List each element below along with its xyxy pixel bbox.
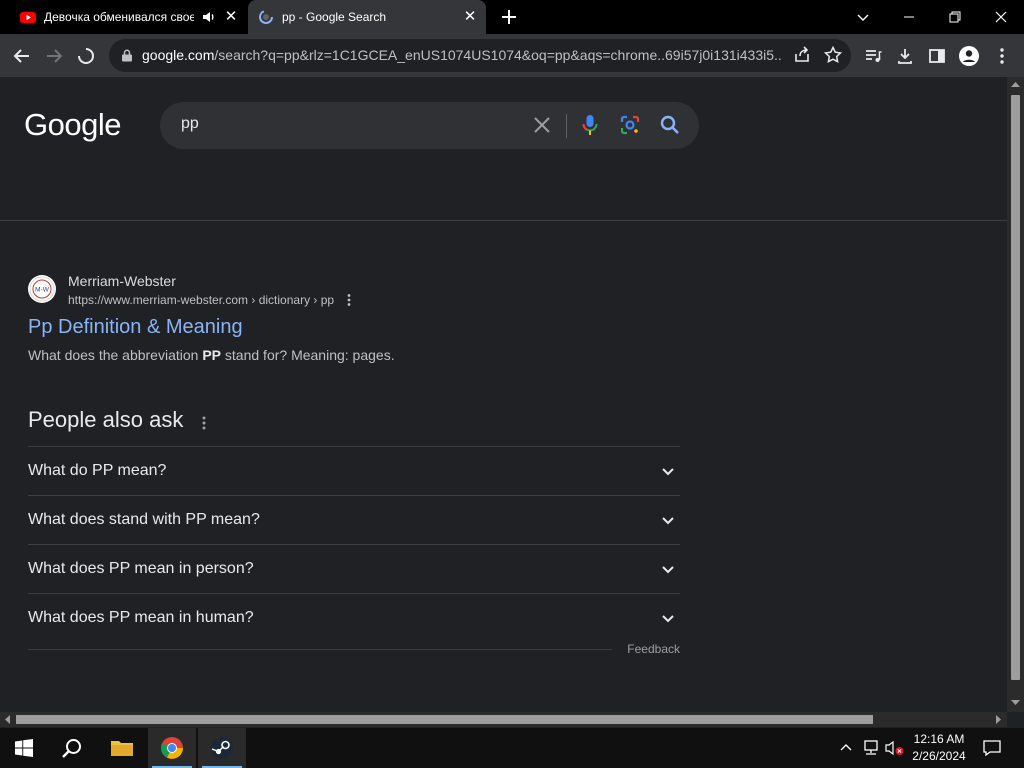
clock-time: 12:16 AM <box>913 732 965 746</box>
media-control-icon[interactable] <box>861 44 885 68</box>
favicon-text: M-W <box>35 287 50 294</box>
clock-date: 2/26/2024 <box>912 749 966 763</box>
search-icon[interactable] <box>48 728 96 768</box>
header-divider <box>0 220 1007 221</box>
paa-divider <box>28 649 612 650</box>
volume-muted-icon[interactable] <box>885 740 905 756</box>
paa-question-text: What does PP mean in human? <box>28 609 254 626</box>
share-icon[interactable] <box>790 43 814 67</box>
paa-question[interactable]: What does PP mean in human? <box>28 593 680 642</box>
google-lens-icon[interactable] <box>618 113 642 137</box>
tab-youtube[interactable]: Девочка обменивался свое ✕ <box>10 0 247 34</box>
tab-google-search[interactable]: pp - Google Search ✕ <box>248 0 486 34</box>
horizontal-scrollbar[interactable] <box>0 712 1007 727</box>
download-icon[interactable] <box>893 44 917 68</box>
vertical-scrollbar[interactable] <box>1007 77 1024 712</box>
paa-question[interactable]: What does stand with PP mean? <box>28 495 680 544</box>
microphone-icon[interactable] <box>578 113 602 137</box>
result-site-name: Merriam-Webster <box>68 273 176 289</box>
search-box[interactable]: pp <box>160 102 699 149</box>
chevron-down-icon <box>662 468 674 476</box>
taskbar-clock[interactable]: 12:16 AM 2/26/2024 <box>906 731 972 765</box>
scroll-right-icon[interactable] <box>996 715 1002 724</box>
scroll-down-icon[interactable] <box>1011 700 1020 706</box>
restore-icon[interactable] <box>932 0 978 34</box>
google-logo[interactable]: Google <box>24 107 121 143</box>
result-snippet: What does the abbreviation PP stand for?… <box>28 347 395 363</box>
search-input[interactable]: pp <box>181 115 199 133</box>
merriam-webster-favicon: M-W <box>28 275 56 303</box>
scroll-left-icon[interactable] <box>4 715 10 724</box>
chevron-down-icon <box>662 517 674 525</box>
network-icon[interactable] <box>862 740 880 756</box>
show-hidden-icons-icon[interactable] <box>839 741 853 755</box>
url-text[interactable]: google.com/search?q=pp&rlz=1C1GCEA_enUS1… <box>142 47 782 63</box>
feedback-link[interactable]: Feedback <box>627 642 680 656</box>
menu-kebab-icon[interactable] <box>990 44 1014 68</box>
result-options-icon[interactable] <box>346 293 352 307</box>
tab-search-icon[interactable] <box>840 0 886 34</box>
side-panel-icon[interactable] <box>925 44 949 68</box>
result-title-link[interactable]: Pp Definition & Meaning <box>28 316 243 339</box>
paa-heading: People also ask <box>28 407 184 432</box>
address-bar[interactable]: google.com/search?q=pp&rlz=1C1GCEA_enUS1… <box>109 39 851 72</box>
chrome-icon[interactable] <box>148 728 196 768</box>
search-divider <box>566 114 567 138</box>
new-tab-icon[interactable] <box>499 7 519 27</box>
search-results-page: Google pp M-W Merriam-Webster https://ww… <box>0 77 1007 712</box>
speaker-icon[interactable] <box>201 9 217 25</box>
paa-question-text: What do PP mean? <box>28 462 167 479</box>
search-icon[interactable] <box>658 113 682 137</box>
close-window-icon[interactable] <box>978 0 1024 34</box>
minimize-icon[interactable] <box>886 0 932 34</box>
windows-taskbar: 12:16 AM 2/26/2024 <box>0 728 1024 768</box>
url-host: google.com <box>142 47 215 63</box>
youtube-icon <box>20 12 36 23</box>
close-tab-icon[interactable]: ✕ <box>462 9 478 25</box>
url-path: /search?q=pp&rlz=1C1GCEA_enUS1074US1074&… <box>214 47 782 63</box>
notifications-icon[interactable] <box>983 739 1001 757</box>
snippet-bold: PP <box>202 347 222 363</box>
chevron-down-icon <box>662 615 674 623</box>
paa-question[interactable]: What does PP mean in person? <box>28 544 680 593</box>
tab-title: pp - Google Search <box>282 10 387 24</box>
forward-icon[interactable] <box>42 44 66 68</box>
paa-question-text: What does PP mean in person? <box>28 560 254 577</box>
steam-icon[interactable] <box>198 728 246 768</box>
profile-avatar-icon[interactable] <box>957 44 981 68</box>
result-cite: https://www.merriam-webster.com › dictio… <box>68 293 335 307</box>
clear-icon[interactable] <box>530 113 554 137</box>
browser-toolbar: google.com/search?q=pp&rlz=1C1GCEA_enUS1… <box>0 34 1024 77</box>
stop-loading-icon[interactable] <box>74 44 98 68</box>
back-icon[interactable] <box>10 44 34 68</box>
bookmark-star-icon[interactable] <box>821 43 845 67</box>
loading-icon <box>259 10 273 24</box>
paa-options-icon[interactable] <box>201 415 207 431</box>
paa-question-text: What does stand with PP mean? <box>28 511 260 528</box>
scroll-up-icon[interactable] <box>1011 81 1020 87</box>
chevron-down-icon <box>662 566 674 574</box>
snippet-text: stand for? Meaning: pages. <box>221 347 395 363</box>
tab-title: Девочка обменивался свое <box>44 10 194 24</box>
close-tab-icon[interactable]: ✕ <box>223 9 239 25</box>
vertical-scroll-thumb[interactable] <box>1011 95 1020 680</box>
windows-start-icon[interactable] <box>0 728 48 768</box>
horizontal-scroll-thumb[interactable] <box>16 715 873 724</box>
paa-question[interactable]: What do PP mean? <box>28 446 680 495</box>
file-explorer-icon[interactable] <box>98 728 146 768</box>
tab-strip: Девочка обменивался свое ✕ pp - Google S… <box>0 0 1024 34</box>
lock-icon[interactable] <box>121 49 133 62</box>
snippet-text: What does the abbreviation <box>28 347 203 363</box>
